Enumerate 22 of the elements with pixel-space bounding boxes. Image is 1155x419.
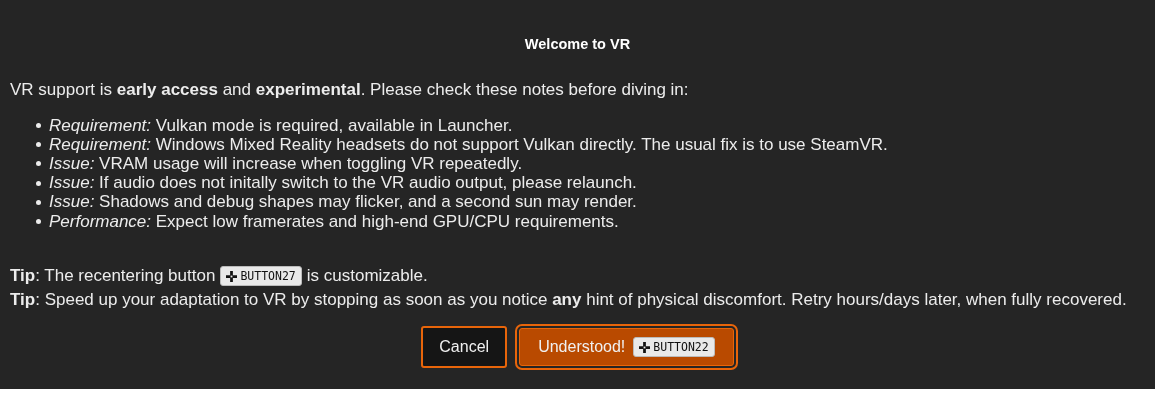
note-text: Requirement: Windows Mixed Reality headsets do not support Vulkan directly. The usual fix is to use SteamVR. — [49, 134, 888, 155]
tip-text: Tip: The recentering button — [10, 266, 216, 287]
key-badge: BUTTON27 — [220, 266, 302, 287]
note-text: Issue: If audio does not initally switch to the VR audio output, please relaunch. — [49, 173, 637, 194]
bullet-icon — [36, 123, 41, 129]
cancel-button[interactable]: Cancel — [421, 326, 508, 369]
bullet-icon — [36, 142, 41, 148]
note-text: Issue: Shadows and debug shapes may flicker, and a second sun may render. — [49, 192, 637, 213]
bullet-icon — [36, 219, 41, 225]
dpad-icon — [639, 341, 651, 353]
tip-text: is customizable. — [306, 266, 428, 287]
note-text: Requirement: Vulkan mode is required, available in Launcher. — [49, 115, 513, 136]
note-text: Issue: VRAM usage will increase when toggling VR repeatedly. — [49, 153, 523, 174]
bullet-icon — [36, 180, 41, 186]
key-badge: BUTTON22 — [633, 337, 715, 358]
bullet-icon — [36, 161, 41, 167]
dpad-icon — [226, 270, 238, 282]
note-text: Performance: Expect low framerates and high-end GPU/CPU requirements. — [49, 211, 619, 232]
tip-text: Tip: Speed up your adaptation to VR by stopping as soon as you notice any hint of physical discomfort. Retry hours/days later, when fully recovered. — [10, 290, 1127, 311]
intro-text: VR support is early access and experimental. Please check these notes before diving in: — [10, 80, 690, 101]
dialog-title: Welcome to VR — [523, 36, 632, 54]
bullet-icon — [36, 199, 41, 205]
